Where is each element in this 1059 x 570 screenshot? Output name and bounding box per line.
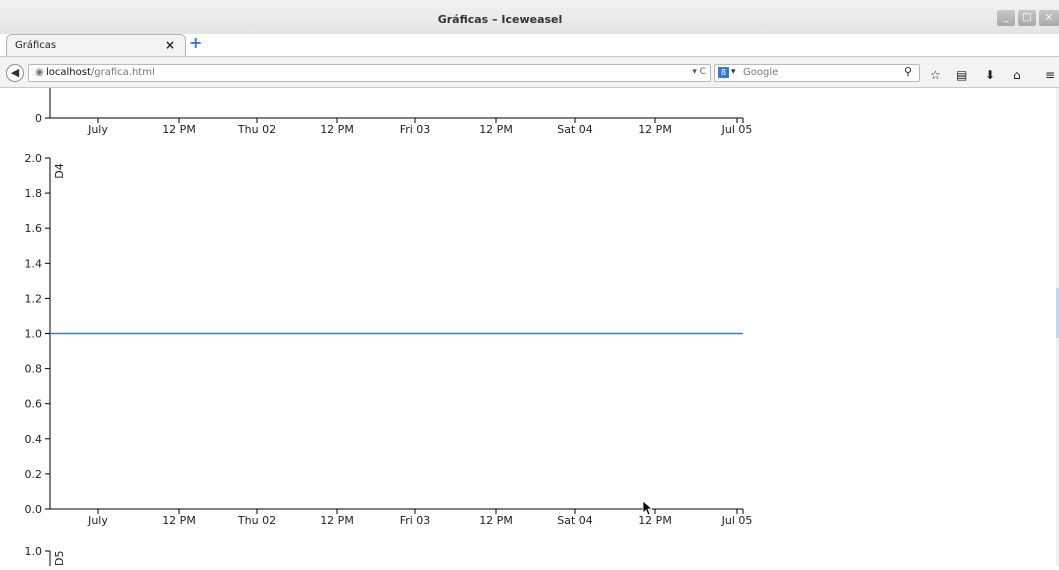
page-content: 0 July 12 PM Thu 02 12 PM Fri 03 12 PM Sat 04 12… (0, 88, 1059, 566)
y-tick-label-1-2: 0.4 (25, 433, 43, 446)
url-host: localhost (46, 67, 91, 78)
new-tab-button[interactable]: + (189, 35, 205, 51)
url-bar[interactable]: ◉ localhost/grafica.html ▾ C (28, 64, 711, 82)
reload-icon[interactable]: ▾ C (692, 67, 706, 77)
reading-list-icon[interactable]: ▤ (956, 69, 967, 81)
y-tick-label-1-6: 1.2 (25, 292, 43, 305)
y-tick-label-1-0: 0.0 (25, 503, 43, 516)
download-icon[interactable]: ⬇ (985, 69, 995, 81)
tab-label: Gráficas (15, 40, 57, 51)
tab-graficas[interactable]: Gráficas × (6, 34, 186, 56)
tab-close-icon[interactable]: × (165, 38, 175, 52)
x-tick-label-0-7: 12 PM (638, 123, 672, 136)
search-engine-icon[interactable]: 8 (718, 67, 729, 78)
minimize-button[interactable]: _ (997, 10, 1015, 26)
x-tick-label-0-6: Sat 04 (557, 123, 593, 136)
y-tick-label-1-10: 2.0 (25, 152, 43, 165)
y-tick-label-2-0: 1.0 (25, 545, 43, 558)
url-text[interactable]: localhost/grafica.html (46, 67, 155, 78)
y-axis-label-d4: D4 (53, 163, 66, 178)
x-tick-label-0-2: Thu 02 (237, 123, 276, 136)
charts-area: 0 July 12 PM Thu 02 12 PM Fri 03 12 PM Sat 04 12… (25, 88, 753, 566)
url-path: /grafica.html (90, 67, 155, 78)
chevron-down-icon[interactable]: ▾ (731, 67, 736, 77)
globe-icon: ◉ (35, 67, 44, 78)
y-tick-label-1-9: 1.8 (25, 187, 43, 200)
y-tick-label-1-4: 0.8 (25, 363, 43, 376)
x-tick-label-1-5: 12 PM (479, 514, 513, 527)
menu-icon[interactable]: ≡ (1045, 69, 1055, 81)
search-input[interactable]: Google (743, 67, 778, 78)
back-button[interactable]: ◀ (6, 64, 24, 82)
mouse-cursor-icon (642, 500, 652, 516)
maximize-button[interactable]: □ (1018, 10, 1036, 26)
y-axis-label-d5: D5 (53, 551, 66, 566)
x-tick-label-1-0: July (87, 514, 108, 527)
x-tick-label-0-5: 12 PM (479, 123, 513, 136)
x-tick-label-1-4: Fri 03 (400, 514, 431, 527)
x-tick-label-1-6: Sat 04 (557, 514, 593, 527)
navigation-bar: ◀ ◉ localhost/grafica.html ▾ C 8 ▾ Googl… (0, 56, 1059, 88)
x-tick-label-1-2: Thu 02 (237, 514, 276, 527)
x-tick-label-0-3: 12 PM (320, 123, 354, 136)
search-icon[interactable]: ⚲ (904, 66, 912, 78)
y-tick-label-1-5: 1.0 (25, 328, 43, 341)
x-tick-label-0-1: 12 PM (162, 123, 196, 136)
close-window-button[interactable]: × (1039, 10, 1059, 26)
window-title: Gráficas – Iceweasel (437, 13, 563, 26)
y-tick-label-1-1: 0.2 (25, 468, 43, 481)
y-tick-label-0-0: 0 (35, 112, 42, 125)
y-tick-label-1-7: 1.4 (25, 257, 43, 270)
x-tick-label-1-8: Jul 05 (721, 514, 753, 527)
home-icon[interactable]: ⌂ (1013, 69, 1021, 81)
search-bar[interactable]: 8 ▾ Google (714, 64, 920, 82)
x-tick-label-1-3: 12 PM (320, 514, 354, 527)
star-icon[interactable]: ☆ (930, 69, 941, 81)
y-tick-label-1-8: 1.6 (25, 222, 43, 235)
x-tick-label-0-8: Jul 05 (721, 123, 753, 136)
x-tick-label-1-1: 12 PM (162, 514, 196, 527)
x-tick-label-0-4: Fri 03 (400, 123, 431, 136)
y-tick-label-1-3: 0.6 (25, 398, 43, 411)
x-tick-label-0-0: July (87, 123, 108, 136)
window-titlebar: Gráficas – Iceweasel _ □ × (0, 0, 1059, 34)
